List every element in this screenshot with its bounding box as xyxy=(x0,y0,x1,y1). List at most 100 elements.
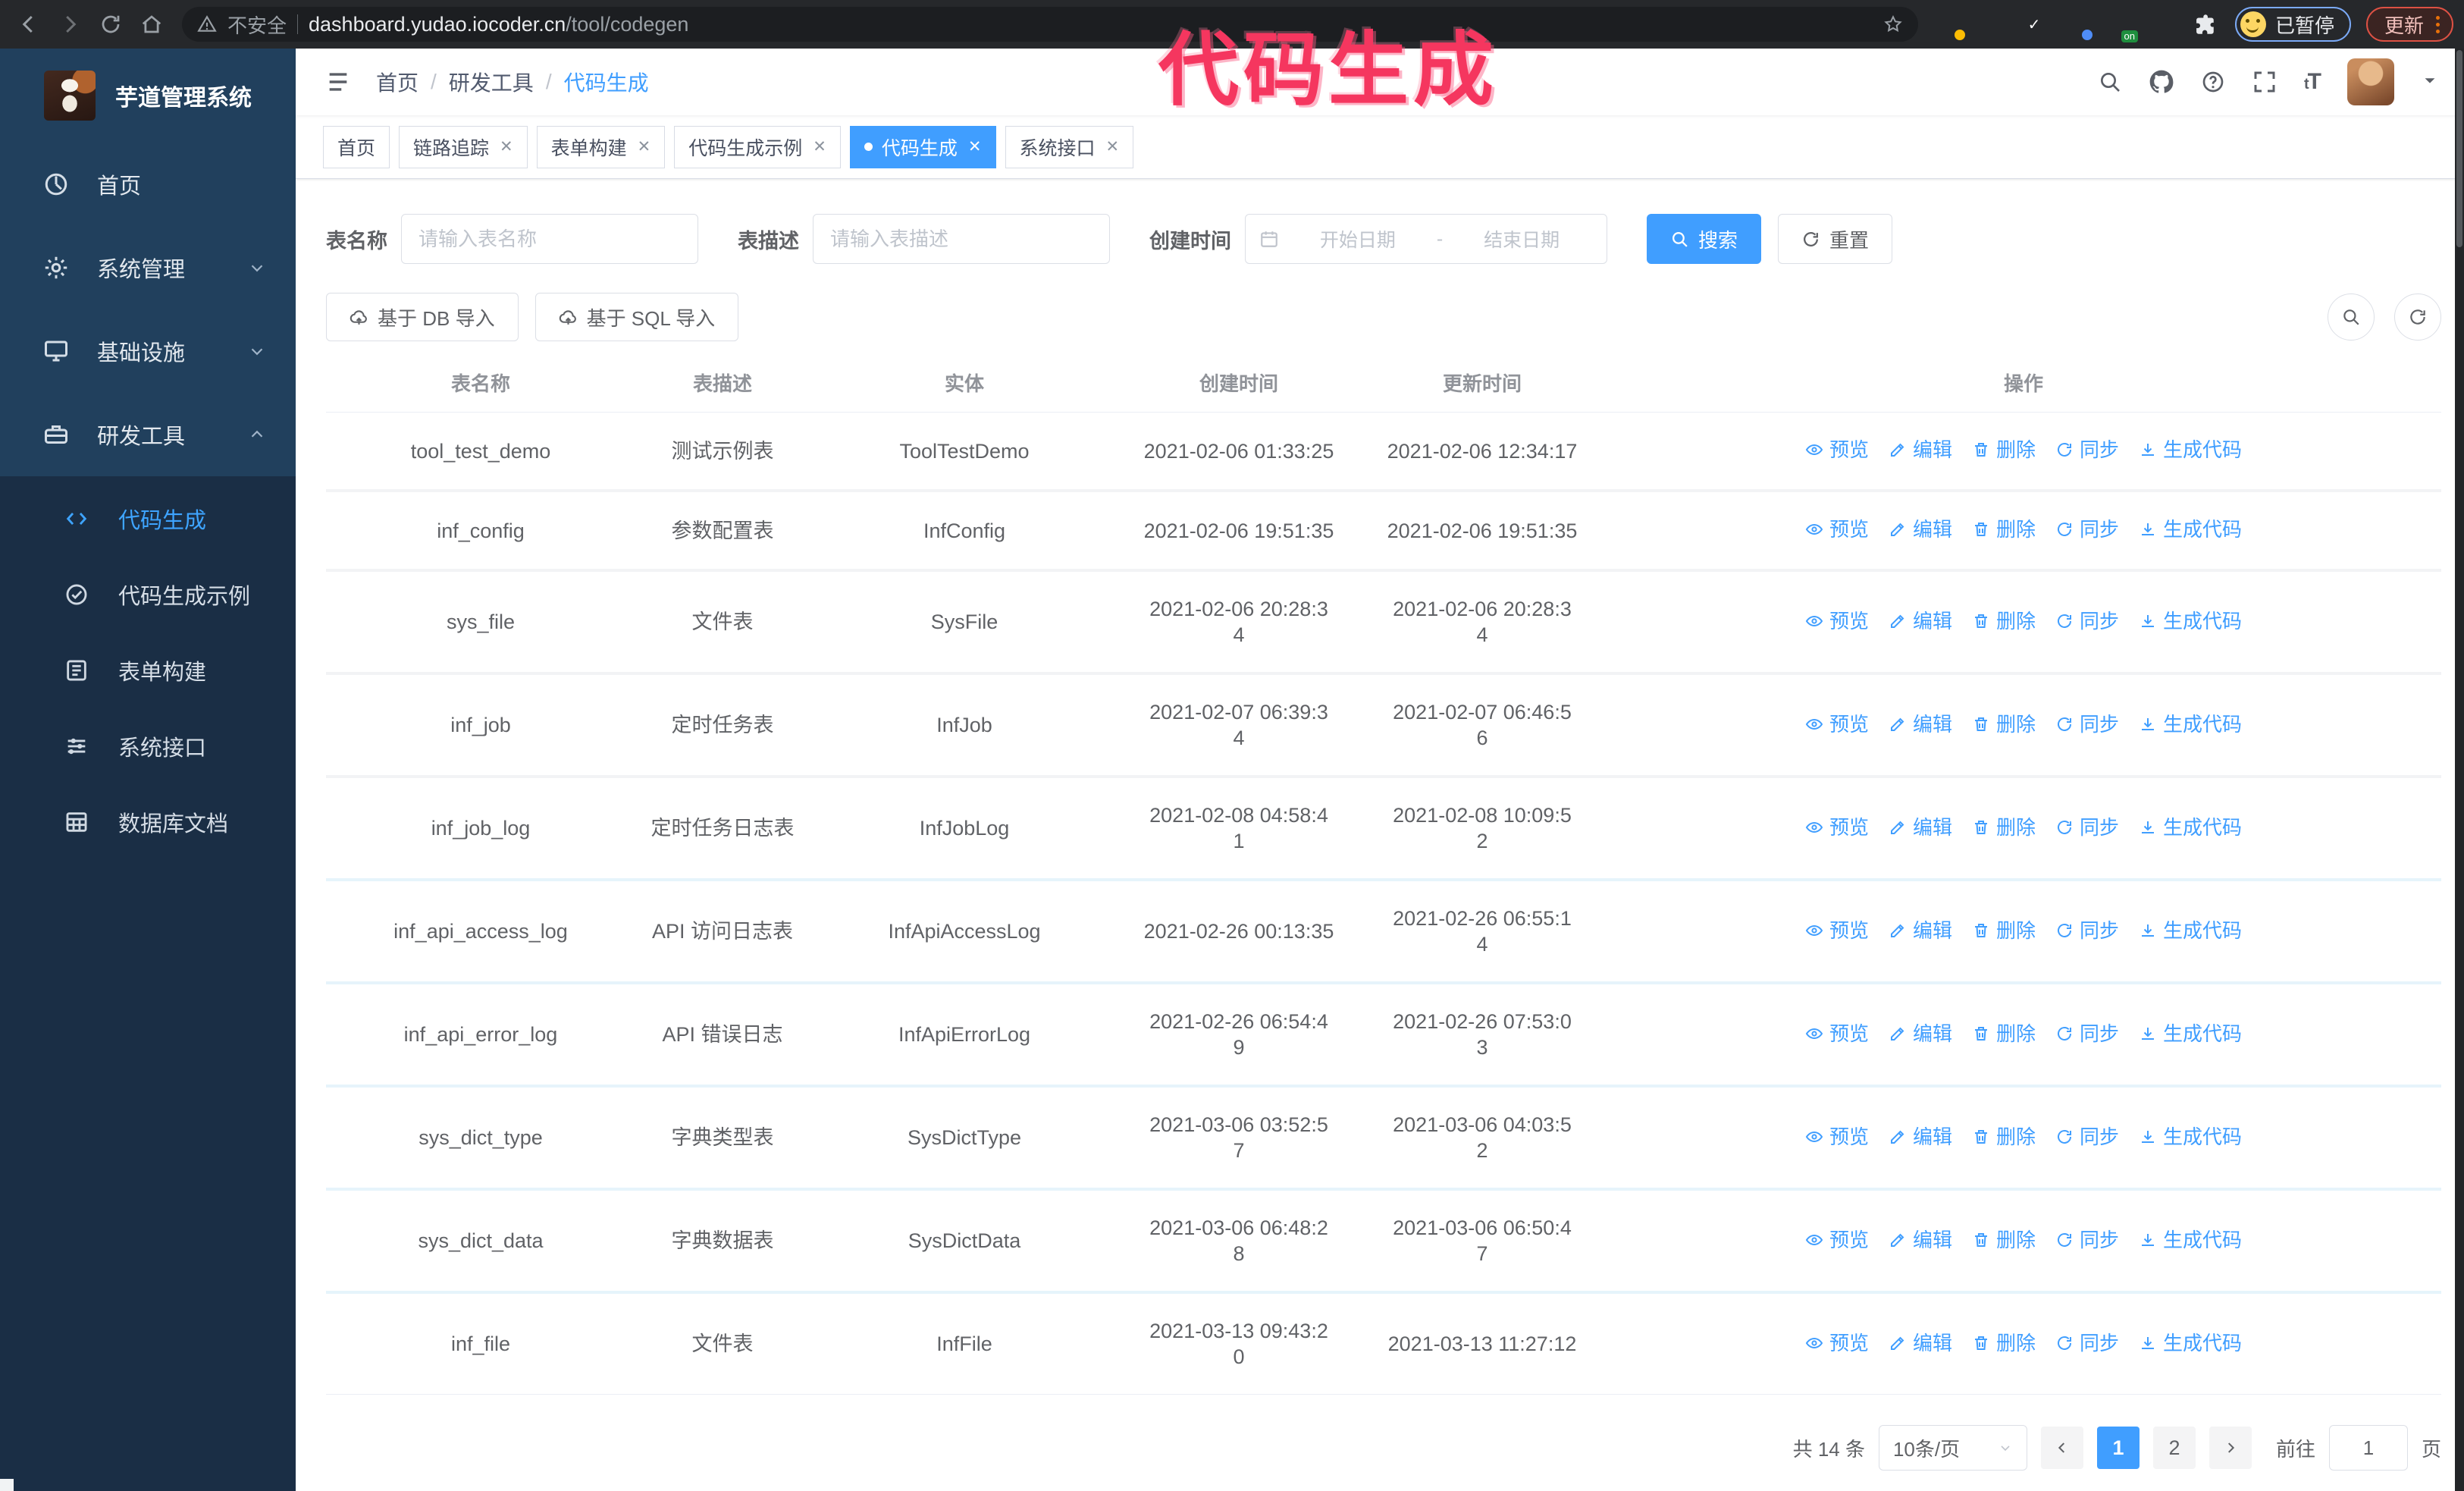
close-tab-icon[interactable]: ✕ xyxy=(500,137,513,156)
extension-green-avatar-icon[interactable] xyxy=(2149,11,2174,37)
browser-profile-chip[interactable]: 已暂停 xyxy=(2235,7,2351,42)
sidebar-subitem-1[interactable]: 代码生成示例 xyxy=(0,557,296,632)
delete-link[interactable]: 删除 xyxy=(1972,815,2036,840)
generate-code-link[interactable]: 生成代码 xyxy=(2139,437,2242,463)
refresh-table-button[interactable] xyxy=(2394,293,2441,341)
user-avatar[interactable] xyxy=(2347,58,2394,105)
extension-dark-on-icon[interactable]: on xyxy=(2106,11,2132,37)
browser-scrollbar[interactable] xyxy=(2455,49,2464,1491)
browser-back-icon[interactable] xyxy=(11,6,47,42)
browser-home-icon[interactable] xyxy=(133,6,170,42)
browser-update-button[interactable]: 更新 xyxy=(2366,7,2453,42)
sidebar-subitem-2[interactable]: 表单构建 xyxy=(0,632,296,708)
extension-green-check-icon[interactable]: ✓ xyxy=(2021,11,2047,37)
sync-link[interactable]: 同步 xyxy=(2055,1330,2119,1356)
delete-link[interactable]: 删除 xyxy=(1972,1227,2036,1253)
edit-link[interactable]: 编辑 xyxy=(1889,815,1952,840)
preview-link[interactable]: 预览 xyxy=(1805,1124,1869,1150)
next-page-button[interactable] xyxy=(2209,1427,2252,1469)
bookmark-star-icon[interactable] xyxy=(1883,14,1903,34)
sidebar-subitem-3[interactable]: 系统接口 xyxy=(0,708,296,784)
edit-link[interactable]: 编辑 xyxy=(1889,608,1952,634)
import-db-button[interactable]: 基于 DB 导入 xyxy=(326,293,519,341)
hamburger-icon[interactable] xyxy=(321,65,355,99)
delete-link[interactable]: 删除 xyxy=(1972,1124,2036,1150)
edit-link[interactable]: 编辑 xyxy=(1889,711,1952,737)
prev-page-button[interactable] xyxy=(2041,1427,2083,1469)
edit-link[interactable]: 编辑 xyxy=(1889,1330,1952,1356)
generate-code-link[interactable]: 生成代码 xyxy=(2139,1021,2242,1047)
generate-code-link[interactable]: 生成代码 xyxy=(2139,1227,2242,1253)
preview-link[interactable]: 预览 xyxy=(1805,1021,1869,1047)
reset-button[interactable]: 重置 xyxy=(1778,214,1892,264)
edit-link[interactable]: 编辑 xyxy=(1889,437,1952,463)
preview-link[interactable]: 预览 xyxy=(1805,711,1869,737)
tab-1[interactable]: 链路追踪✕ xyxy=(399,126,528,168)
generate-code-link[interactable]: 生成代码 xyxy=(2139,918,2242,943)
tab-0[interactable]: 首页 xyxy=(323,126,390,168)
tab-3[interactable]: 代码生成示例✕ xyxy=(674,126,841,168)
generate-code-link[interactable]: 生成代码 xyxy=(2139,815,2242,840)
page-button-2[interactable]: 2 xyxy=(2153,1427,2196,1469)
extension-puzzle-icon[interactable] xyxy=(2191,11,2217,37)
sync-link[interactable]: 同步 xyxy=(2055,918,2119,943)
edit-link[interactable]: 编辑 xyxy=(1889,1227,1952,1253)
font-size-icon[interactable]: tT xyxy=(2304,69,2320,95)
delete-link[interactable]: 删除 xyxy=(1972,1330,2036,1356)
preview-link[interactable]: 预览 xyxy=(1805,516,1869,542)
tab-4[interactable]: 代码生成✕ xyxy=(850,126,996,168)
edit-link[interactable]: 编辑 xyxy=(1889,516,1952,542)
sync-link[interactable]: 同步 xyxy=(2055,711,2119,737)
browser-reload-icon[interactable] xyxy=(92,6,129,42)
end-date-placeholder[interactable]: 结束日期 xyxy=(1450,225,1593,253)
browser-forward-icon[interactable] xyxy=(52,6,88,42)
close-tab-icon[interactable]: ✕ xyxy=(813,137,826,156)
preview-link[interactable]: 预览 xyxy=(1805,608,1869,634)
delete-link[interactable]: 删除 xyxy=(1972,711,2036,737)
generate-code-link[interactable]: 生成代码 xyxy=(2139,516,2242,542)
browser-menu-icon[interactable] xyxy=(2436,16,2440,33)
tab-2[interactable]: 表单构建✕ xyxy=(537,126,666,168)
page-size-select[interactable]: 10条/页 xyxy=(1879,1425,2027,1471)
delete-link[interactable]: 删除 xyxy=(1972,516,2036,542)
generate-code-link[interactable]: 生成代码 xyxy=(2139,711,2242,737)
sync-link[interactable]: 同步 xyxy=(2055,1021,2119,1047)
preview-link[interactable]: 预览 xyxy=(1805,1330,1869,1356)
delete-link[interactable]: 删除 xyxy=(1972,1021,2036,1047)
page-url[interactable]: dashboard.yudao.iocoder.cn/tool/codegen xyxy=(309,13,688,36)
scrollbar-thumb[interactable] xyxy=(2456,50,2462,247)
create-time-range-picker[interactable]: 开始日期 - 结束日期 xyxy=(1245,214,1607,264)
github-icon[interactable] xyxy=(2149,70,2174,94)
generate-code-link[interactable]: 生成代码 xyxy=(2139,608,2242,634)
breadcrumb-item-1[interactable]: 研发工具 xyxy=(449,67,534,97)
generate-code-link[interactable]: 生成代码 xyxy=(2139,1124,2242,1150)
sidebar-item-0[interactable]: 首页 xyxy=(0,143,296,226)
app-logo[interactable]: 芋道管理系统 xyxy=(0,49,296,143)
sync-link[interactable]: 同步 xyxy=(2055,1227,2119,1253)
fullscreen-icon[interactable] xyxy=(2252,70,2277,94)
sync-link[interactable]: 同步 xyxy=(2055,437,2119,463)
preview-link[interactable]: 预览 xyxy=(1805,1227,1869,1253)
sync-link[interactable]: 同步 xyxy=(2055,1124,2119,1150)
search-button[interactable]: 搜索 xyxy=(1647,214,1761,264)
sidebar-subitem-4[interactable]: 数据库文档 xyxy=(0,784,296,860)
delete-link[interactable]: 删除 xyxy=(1972,437,2036,463)
security-label[interactable]: 不安全 xyxy=(227,11,287,39)
table-name-input[interactable] xyxy=(401,214,698,264)
tab-5[interactable]: 系统接口✕ xyxy=(1005,126,1134,168)
table-desc-input[interactable] xyxy=(813,214,1110,264)
close-tab-icon[interactable]: ✕ xyxy=(638,137,651,156)
edit-link[interactable]: 编辑 xyxy=(1889,918,1952,943)
sidebar-subitem-0[interactable]: 代码生成 xyxy=(0,481,296,557)
import-sql-button[interactable]: 基于 SQL 导入 xyxy=(535,293,739,341)
sidebar-item-3[interactable]: 研发工具 xyxy=(0,393,296,476)
breadcrumb-item-0[interactable]: 首页 xyxy=(376,67,419,97)
goto-page-input[interactable] xyxy=(2329,1425,2408,1471)
preview-link[interactable]: 预览 xyxy=(1805,815,1869,840)
preview-link[interactable]: 预览 xyxy=(1805,918,1869,943)
sync-link[interactable]: 同步 xyxy=(2055,608,2119,634)
start-date-placeholder[interactable]: 开始日期 xyxy=(1287,225,1429,253)
search-icon[interactable] xyxy=(2098,70,2122,94)
toggle-search-button[interactable] xyxy=(2328,293,2375,341)
delete-link[interactable]: 删除 xyxy=(1972,608,2036,634)
